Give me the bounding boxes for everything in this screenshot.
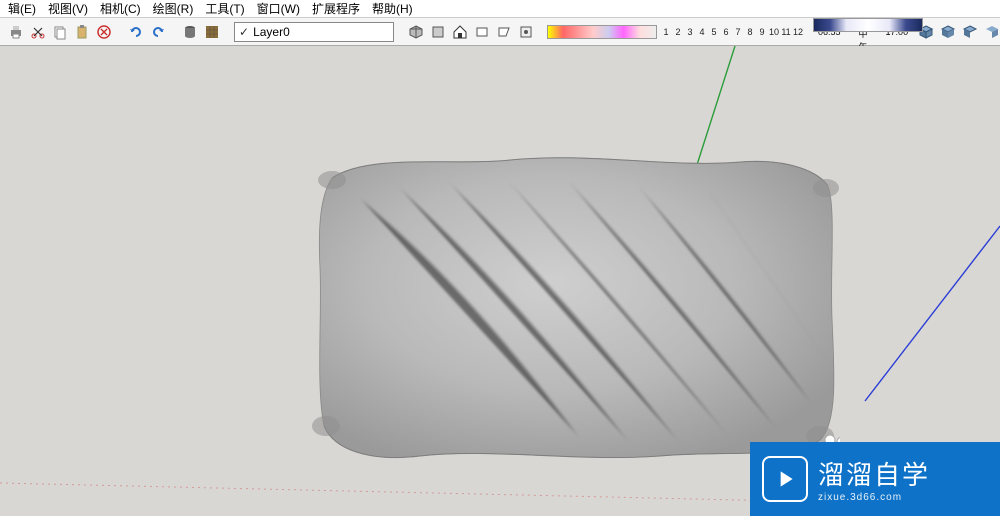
top-view-icon[interactable]: [428, 22, 448, 42]
delete-icon[interactable]: [94, 22, 114, 42]
texture-icon[interactable]: [202, 22, 222, 42]
back-view-icon[interactable]: [516, 22, 536, 42]
side-view-icon[interactable]: [494, 22, 514, 42]
undo-icon[interactable]: [126, 22, 146, 42]
pillow-model[interactable]: [310, 138, 840, 468]
menu-extensions[interactable]: 扩展程序: [306, 0, 366, 17]
blue-axis: [865, 226, 1000, 401]
component-icon-4[interactable]: [982, 22, 1000, 42]
viewport-3d[interactable]: 溜溜自学 zixue.3d66.com: [0, 46, 1000, 516]
menu-camera[interactable]: 相机(C): [94, 0, 147, 17]
component-icon-2[interactable]: [938, 22, 958, 42]
menu-window[interactable]: 窗口(W): [251, 0, 306, 17]
gradient-numbers: 123456789101112: [661, 27, 803, 37]
toolbar: ✓ Layer0 123456789101112 06:55 中午 17:00: [0, 18, 1000, 46]
layer-dropdown[interactable]: ✓ Layer0: [234, 22, 394, 42]
scissors-icon[interactable]: [28, 22, 48, 42]
menu-bar: 辑(E) 视图(V) 相机(C) 绘图(R) 工具(T) 窗口(W) 扩展程序 …: [0, 0, 1000, 18]
print-icon[interactable]: [6, 22, 26, 42]
database-icon[interactable]: [180, 22, 200, 42]
menu-edit[interactable]: 辑(E): [2, 0, 42, 17]
shadow-gradient-group: 123456789101112: [544, 18, 806, 45]
paste-icon[interactable]: [72, 22, 92, 42]
component-icon-3[interactable]: [960, 22, 980, 42]
menu-tools[interactable]: 工具(T): [199, 0, 250, 17]
layer-name: Layer0: [253, 25, 290, 39]
iso-view-icon[interactable]: [406, 22, 426, 42]
front-view-icon[interactable]: [472, 22, 492, 42]
menu-view[interactable]: 视图(V): [42, 0, 94, 17]
watermark-sub: zixue.3d66.com: [818, 492, 930, 503]
play-logo-icon: [762, 456, 808, 502]
menu-draw[interactable]: 绘图(R): [147, 0, 200, 17]
redo-icon[interactable]: [148, 22, 168, 42]
house-icon[interactable]: [450, 22, 470, 42]
color-gradient-bar[interactable]: [547, 25, 657, 39]
menu-help[interactable]: 帮助(H): [366, 0, 419, 17]
check-icon: ✓: [239, 25, 249, 39]
watermark-title: 溜溜自学: [818, 455, 930, 492]
time-gradient-bar[interactable]: [813, 18, 923, 32]
copy-icon[interactable]: [50, 22, 70, 42]
watermark-banner: 溜溜自学 zixue.3d66.com: [750, 442, 1000, 516]
